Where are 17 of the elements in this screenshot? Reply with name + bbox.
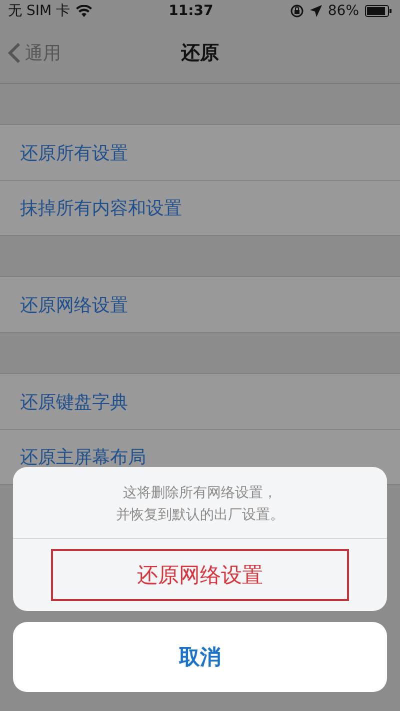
battery-percent: 86%: [328, 3, 359, 19]
sheet-message-line: 这将删除所有网络设置，: [122, 484, 278, 503]
clock-time: 11:37: [168, 3, 214, 19]
settings-row[interactable]: 还原键盘字典: [0, 374, 400, 429]
rotation-lock-icon: [290, 4, 304, 18]
location-arrow-icon: [310, 5, 322, 17]
chevron-left-icon: [8, 42, 21, 64]
settings-row[interactable]: 还原所有设置: [0, 125, 400, 180]
page-title: 还原: [181, 40, 219, 66]
cancel-button[interactable]: 取消: [13, 622, 387, 692]
battery-icon: [365, 5, 392, 17]
reset-network-button[interactable]: 还原网络设置: [45, 543, 355, 608]
wifi-icon: [76, 5, 92, 17]
settings-row[interactable]: 还原网络设置: [0, 277, 400, 332]
settings-row[interactable]: 抹掉所有内容和设置: [0, 180, 400, 235]
carrier-text: 无 SIM 卡: [8, 2, 70, 20]
sheet-message-line: 并恢复到默认的出厂设置。: [115, 506, 285, 525]
